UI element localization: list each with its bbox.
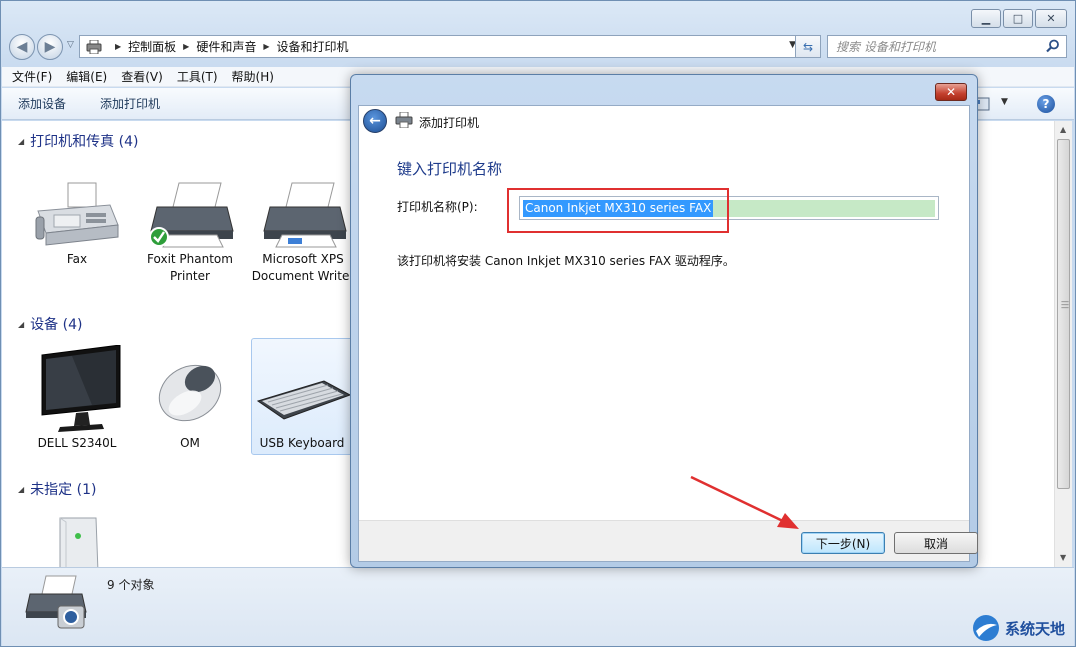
printer-icon bbox=[149, 182, 234, 248]
watermark-logo-icon bbox=[973, 615, 999, 641]
driver-description: 该打印机将安装 Canon Inkjet MX310 series FAX 驱动… bbox=[397, 254, 735, 268]
device-label: OM bbox=[180, 436, 200, 450]
forward-arrow-icon: ▶ bbox=[44, 39, 56, 55]
breadcrumb-separator-icon: ▶ bbox=[183, 42, 190, 51]
recent-pages-chevron-down-icon[interactable]: ▽ bbox=[67, 40, 74, 50]
dialog-heading: 键入打印机名称 bbox=[397, 160, 503, 178]
computer-tower-icon bbox=[59, 517, 99, 567]
back-arrow-icon: ← bbox=[369, 113, 381, 129]
device-label: USB Keyboard bbox=[259, 436, 345, 450]
device-label: Microsoft XPS Document Writer bbox=[251, 252, 355, 283]
close-button[interactable]: ✕ bbox=[1035, 9, 1067, 28]
view-options-chevron-down-icon[interactable]: ▼ bbox=[1001, 97, 1008, 107]
printer-camera-icon bbox=[25, 575, 87, 629]
annotation-highlight-box bbox=[507, 188, 729, 233]
device-foxit-phantom-printer[interactable]: Foxit Phantom Printer bbox=[135, 181, 245, 285]
device-om[interactable]: OM bbox=[135, 345, 245, 452]
device-unspecified[interactable] bbox=[36, 516, 116, 567]
search-icon[interactable] bbox=[1046, 39, 1060, 53]
device-label: DELL S2340L bbox=[37, 436, 117, 450]
collapse-triangle-icon[interactable]: ◢ bbox=[18, 485, 24, 494]
next-button[interactable]: 下一步(N) bbox=[801, 532, 885, 554]
caption-buttons: ▁ □ ✕ bbox=[971, 9, 1067, 28]
scroll-down-arrow-icon[interactable]: ▼ bbox=[1060, 553, 1066, 562]
group-title: 设备 (4) bbox=[30, 317, 83, 333]
object-count: 9 个对象 bbox=[107, 578, 155, 592]
breadcrumb-separator-icon: ▶ bbox=[263, 42, 270, 51]
menu-view[interactable]: 查看(V) bbox=[121, 68, 163, 85]
cancel-button[interactable]: 取消 bbox=[894, 532, 978, 554]
site-watermark: 系统天地 bbox=[971, 613, 1065, 643]
device-usb-keyboard[interactable]: USB Keyboard bbox=[251, 338, 353, 455]
menu-tools[interactable]: 工具(T) bbox=[177, 68, 218, 85]
add-device-button[interactable]: 添加设备 bbox=[18, 95, 66, 112]
menu-file[interactable]: 文件(F) bbox=[12, 68, 52, 85]
breadcrumb-control-panel[interactable]: 控制面板 bbox=[128, 38, 176, 55]
menu-edit[interactable]: 编辑(E) bbox=[66, 68, 107, 85]
back-arrow-icon: ◀ bbox=[16, 39, 28, 55]
vertical-scrollbar[interactable]: ▲ — — — ▼ bbox=[1054, 121, 1072, 567]
watermark-text: 系统天地 bbox=[1005, 619, 1066, 638]
monitor-icon bbox=[41, 345, 121, 432]
navigation-row: ◀ ▶ ▽ ▶ 控制面板 ▶ 硬件和声音 ▶ 设备和打印机 ▼ ⇆ bbox=[9, 34, 1069, 60]
minimize-button[interactable]: ▁ bbox=[971, 9, 1001, 28]
breadcrumb-devices-printers[interactable]: 设备和打印机 bbox=[277, 38, 349, 55]
group-title: 打印机和传真 (4) bbox=[30, 134, 139, 150]
add-printer-button[interactable]: 添加打印机 bbox=[100, 95, 160, 112]
scroll-up-arrow-icon[interactable]: ▲ bbox=[1060, 125, 1066, 134]
printer-icon bbox=[263, 182, 347, 248]
device-label: Fax bbox=[66, 252, 88, 266]
back-button[interactable]: ◀ bbox=[9, 34, 35, 60]
dialog-title: 添加打印机 bbox=[419, 116, 480, 130]
details-pane: 9 个对象 bbox=[2, 567, 1074, 646]
address-bar[interactable]: ▶ 控制面板 ▶ 硬件和声音 ▶ 设备和打印机 ▼ bbox=[79, 35, 801, 58]
device-dell-s2340l[interactable]: DELL S2340L bbox=[22, 345, 132, 452]
group-header-devices[interactable]: ◢ 设备 (4) bbox=[18, 314, 82, 334]
printer-icon bbox=[86, 39, 102, 54]
grip-icon: — — — bbox=[1061, 297, 1069, 312]
mouse-icon bbox=[158, 364, 222, 422]
explorer-window: ▁ □ ✕ ◀ ▶ ▽ ▶ 控制面板 ▶ 硬件和声音 ▶ 设备和打印机 ▼ ⇆ bbox=[0, 0, 1076, 647]
dialog-body: ← 添加打印机 键入打印机名称 打印机名称(P): Canon Inkjet M… bbox=[358, 105, 978, 562]
menu-help[interactable]: 帮助(H) bbox=[232, 68, 274, 85]
device-fax[interactable]: Fax bbox=[22, 181, 132, 268]
add-printer-dialog: ✕ ← 添加打印机 键入打印机名称 打印机名称(P): Canon Inkjet… bbox=[350, 74, 978, 568]
breadcrumb-separator-icon: ▶ bbox=[115, 42, 122, 51]
refresh-icon: ⇆ bbox=[802, 39, 814, 54]
scroll-thumb[interactable]: — — — bbox=[1057, 139, 1070, 489]
keyboard-icon bbox=[256, 380, 350, 420]
dialog-back-button[interactable]: ← bbox=[363, 109, 387, 133]
help-icon[interactable]: ? bbox=[1037, 95, 1055, 113]
refresh-button[interactable]: ⇆ bbox=[795, 35, 821, 58]
breadcrumb-hardware-sound[interactable]: 硬件和声音 bbox=[196, 38, 256, 55]
search-box bbox=[827, 35, 1067, 58]
device-label: Foxit Phantom Printer bbox=[147, 252, 233, 283]
printer-icon bbox=[395, 112, 413, 128]
group-title: 未指定 (1) bbox=[30, 482, 97, 498]
printer-name-label: 打印机名称(P): bbox=[397, 200, 478, 214]
dialog-footer: 下一步(N) 取消 bbox=[359, 520, 978, 561]
group-header-unspecified[interactable]: ◢ 未指定 (1) bbox=[18, 479, 96, 499]
maximize-button[interactable]: □ bbox=[1003, 9, 1033, 28]
dialog-header: ← 添加打印机 bbox=[359, 106, 969, 136]
group-header-printers[interactable]: ◢ 打印机和传真 (4) bbox=[18, 131, 138, 151]
collapse-triangle-icon[interactable]: ◢ bbox=[18, 137, 24, 146]
forward-button[interactable]: ▶ bbox=[37, 34, 63, 60]
collapse-triangle-icon[interactable]: ◢ bbox=[18, 320, 24, 329]
dialog-close-button[interactable]: ✕ bbox=[935, 83, 967, 101]
fax-icon bbox=[35, 182, 119, 246]
search-input[interactable] bbox=[836, 39, 1036, 54]
device-microsoft-xps-document-writer[interactable]: Microsoft XPS Document Writer bbox=[248, 181, 358, 285]
